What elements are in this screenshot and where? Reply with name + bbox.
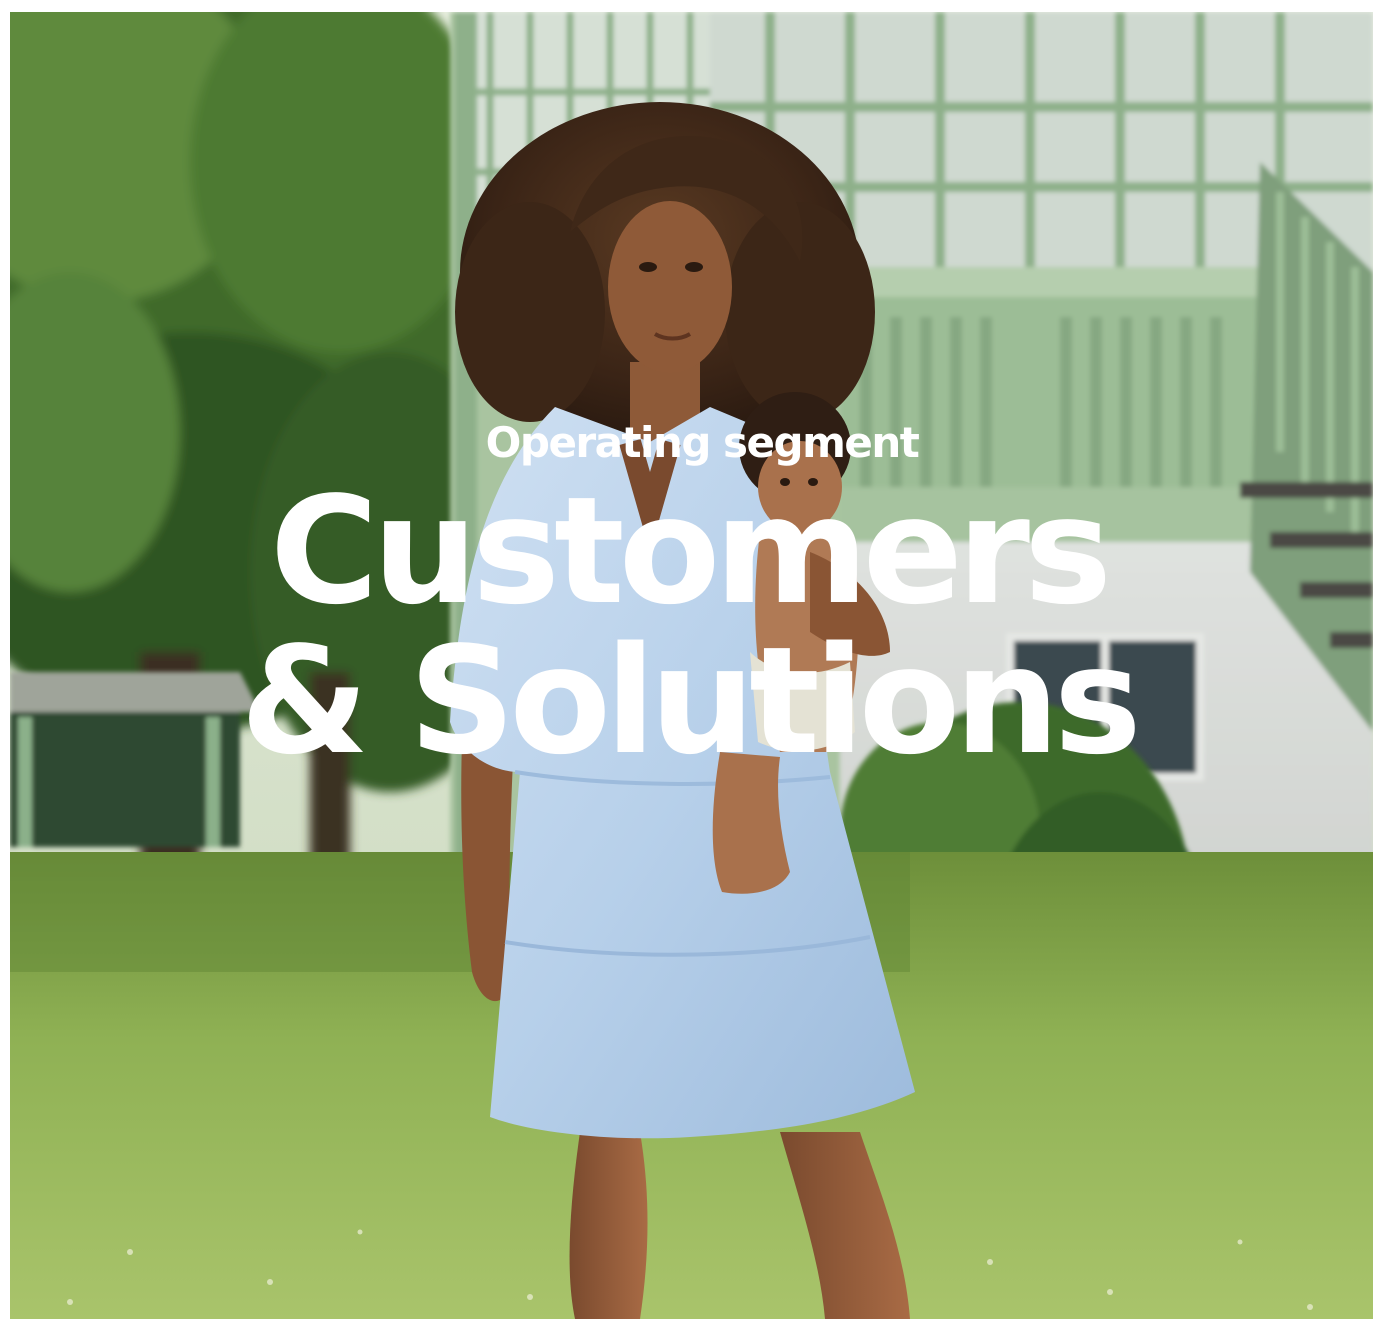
- page-title-line-2: & Solutions: [240, 615, 1142, 787]
- segment-label: Operating segment: [485, 418, 920, 467]
- page: Operating segment Customers & Solutions: [0, 0, 1376, 1319]
- page-title-line-1: Customers: [269, 465, 1112, 637]
